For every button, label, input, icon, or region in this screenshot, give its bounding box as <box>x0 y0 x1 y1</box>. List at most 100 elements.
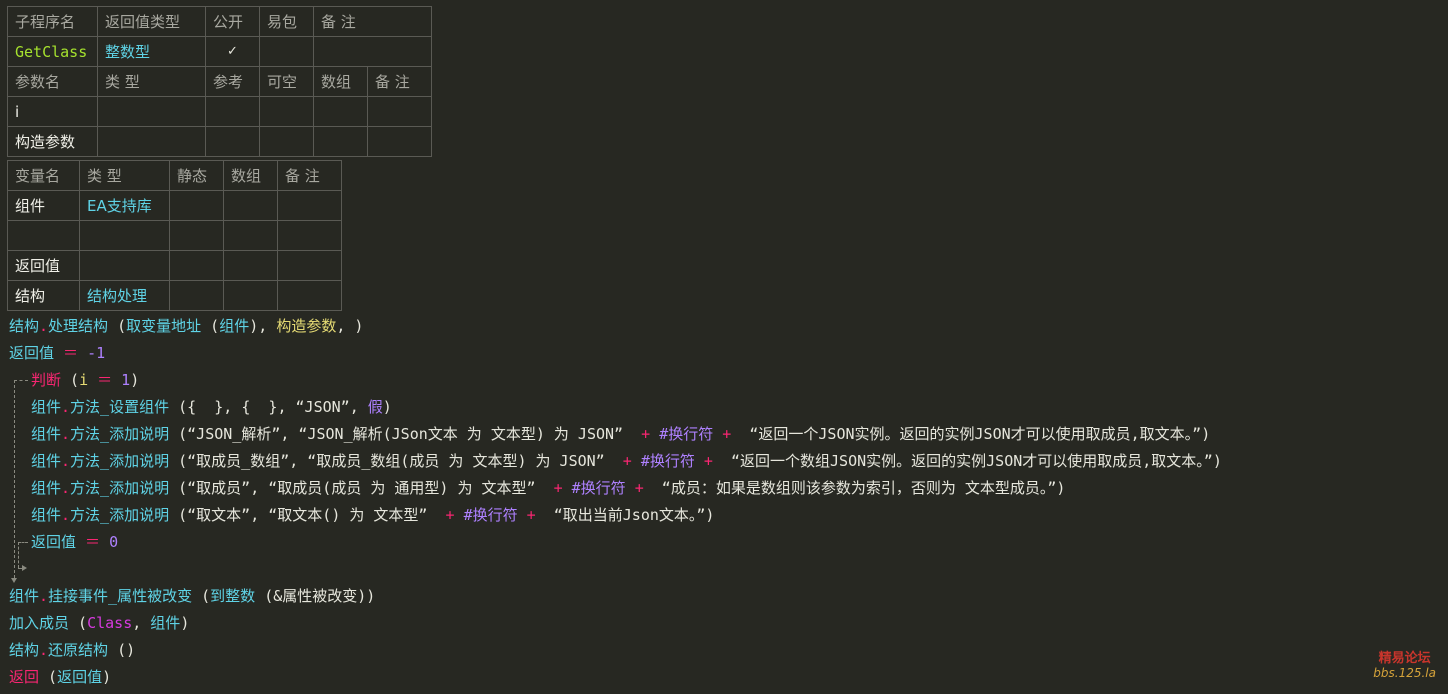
token-variable: i <box>79 371 89 389</box>
code-line-8[interactable]: 组件.方法_添加说明 (“取文本”, “取文本() 为 文本型” + #换行符 … <box>31 502 714 529</box>
param-note-cell[interactable] <box>367 96 432 127</box>
variable-row[interactable]: 返回值 <box>7 250 342 281</box>
header-sub-name: 子程序名 <box>7 6 98 37</box>
code-line-1[interactable]: 结构.处理结构 (取变量地址 (组件), 构造参数, ) <box>9 313 363 340</box>
token-constant: #换行符 <box>659 425 714 443</box>
sub-name-cell[interactable]: GetClass <box>7 36 98 67</box>
header-easy: 易包 <box>259 6 314 37</box>
forum-watermark: 精易论坛 bbs.125.la <box>1373 652 1436 681</box>
var-static-cell[interactable] <box>169 280 224 311</box>
token-operator: + <box>517 506 545 524</box>
token-string: “返回一个JSON实例。返回的实例JSON才可以使用取成员,取文本。”) <box>740 425 1211 443</box>
public-check-icon[interactable]: ✓ <box>205 36 260 67</box>
variable-table: 变量名 类 型 静态 数组 备 注 组件 EA支持库 返回值 结构 结构处理 <box>7 160 342 311</box>
token-number: -1 <box>87 344 106 362</box>
param-type-cell[interactable] <box>97 126 206 157</box>
variable-row[interactable]: 结构 结构处理 <box>7 280 342 311</box>
token-number: 0 <box>109 533 119 551</box>
code-line-3[interactable]: 判断 (i ＝ 1) <box>31 367 139 394</box>
var-name-cell[interactable]: 组件 <box>7 190 80 221</box>
var-type-cell[interactable]: 结构处理 <box>79 280 170 311</box>
header-note: 备 注 <box>313 6 432 37</box>
token-dot: . <box>61 506 71 524</box>
param-row[interactable]: i <box>7 96 432 127</box>
token-arguments: (&属性被改变)) <box>255 587 376 605</box>
param-type-cell[interactable] <box>97 96 206 127</box>
easy-cell[interactable] <box>259 36 314 67</box>
param-note-cell[interactable] <box>367 126 432 157</box>
token-paren: ) <box>130 371 140 389</box>
var-array-cell[interactable] <box>223 280 278 311</box>
token-string: “成员：如果是数组则该参数为索引，否则为 文本型成员。”) <box>652 479 1066 497</box>
param-header-row: 参数名 类 型 参考 可空 数组 备 注 <box>7 66 432 97</box>
header-var-name: 变量名 <box>7 160 80 191</box>
var-static-cell[interactable] <box>169 250 224 281</box>
var-name-cell[interactable] <box>7 220 80 251</box>
param-nullable-cell[interactable] <box>259 126 314 157</box>
token-argument: 组件 <box>219 317 250 335</box>
flow-arrow-icon <box>22 565 27 571</box>
var-array-cell[interactable] <box>223 220 278 251</box>
token-function: 取变量地址 <box>126 317 202 335</box>
var-type-cell[interactable] <box>79 220 170 251</box>
header-var-type: 类 型 <box>79 160 170 191</box>
token-operator: + <box>613 452 641 470</box>
token-constant: Class <box>87 614 133 632</box>
param-name-cell[interactable]: 构造参数 <box>7 126 98 157</box>
watermark-url: bbs.125.la <box>1373 666 1436 680</box>
code-line-5[interactable]: 组件.方法_添加说明 (“JSON_解析”, “JSON_解析(JSon文本 为… <box>31 421 1210 448</box>
var-name-cell[interactable]: 结构 <box>7 280 80 311</box>
note-cell[interactable] <box>313 36 432 67</box>
flow-guide-line <box>14 380 28 381</box>
code-line-11[interactable]: 加入成员 (Class, 组件) <box>9 610 189 637</box>
param-array-cell[interactable] <box>313 96 368 127</box>
token-paren: ) <box>180 614 190 632</box>
param-name-cell[interactable]: i <box>7 96 98 127</box>
var-type-cell[interactable] <box>79 250 170 281</box>
token-string: (“取文本”, “取文本() 为 文本型” <box>169 506 437 524</box>
token-operator: ＝ <box>76 533 110 551</box>
code-line-13[interactable]: 返回 (返回值) <box>9 664 111 691</box>
token-object: 组件 <box>31 506 62 524</box>
var-static-cell[interactable] <box>169 190 224 221</box>
token-operator: + <box>632 425 660 443</box>
param-ref-cell[interactable] <box>205 126 260 157</box>
var-note-cell[interactable] <box>277 190 342 221</box>
variable-header-row: 变量名 类 型 静态 数组 备 注 <box>7 160 342 191</box>
var-note-cell[interactable] <box>277 250 342 281</box>
flow-guide-line <box>14 380 15 578</box>
code-line-4[interactable]: 组件.方法_设置组件 ({ }, { }, “JSON”, 假) <box>31 394 392 421</box>
token-dot: . <box>61 479 71 497</box>
var-array-cell[interactable] <box>223 250 278 281</box>
token-string: (“取成员”, “取成员(成员 为 通用型) 为 文本型” <box>169 479 545 497</box>
token-paren: ( <box>69 614 88 632</box>
code-line-12[interactable]: 结构.还原结构 () <box>9 637 135 664</box>
param-nullable-cell[interactable] <box>259 96 314 127</box>
code-line-2[interactable]: 返回值 ＝ -1 <box>9 340 105 367</box>
variable-row[interactable]: 组件 EA支持库 <box>7 190 342 221</box>
token-method: 挂接事件_属性被改变 <box>48 587 193 605</box>
subroutine-row[interactable]: GetClass 整数型 ✓ <box>7 36 432 67</box>
return-type-cell[interactable]: 整数型 <box>97 36 206 67</box>
code-line-10[interactable]: 组件.挂接事件_属性被改变 (到整数 (&属性被改变)) <box>9 583 375 610</box>
param-array-cell[interactable] <box>313 126 368 157</box>
code-line-7[interactable]: 组件.方法_添加说明 (“取成员”, “取成员(成员 为 通用型) 为 文本型”… <box>31 475 1065 502</box>
token-object: 组件 <box>9 587 40 605</box>
code-line-9[interactable]: 返回值 ＝ 0 <box>31 529 118 556</box>
param-row[interactable]: 构造参数 <box>7 126 432 157</box>
code-line-6[interactable]: 组件.方法_添加说明 (“取成员_数组”, “取成员_数组(成员 为 文本型) … <box>31 448 1222 475</box>
token-method: 方法_添加说明 <box>70 506 170 524</box>
var-note-cell[interactable] <box>277 280 342 311</box>
var-note-cell[interactable] <box>277 220 342 251</box>
var-name-cell[interactable]: 返回值 <box>7 250 80 281</box>
token-keyword: 判断 <box>31 371 62 389</box>
token-paren: , ) <box>336 317 364 335</box>
var-type-cell[interactable]: EA支持库 <box>79 190 170 221</box>
param-ref-cell[interactable] <box>205 96 260 127</box>
var-static-cell[interactable] <box>169 220 224 251</box>
token-method: 方法_添加说明 <box>70 452 170 470</box>
header-var-array: 数组 <box>223 160 278 191</box>
var-array-cell[interactable] <box>223 190 278 221</box>
token-number: 1 <box>121 371 131 389</box>
variable-row[interactable] <box>7 220 342 251</box>
